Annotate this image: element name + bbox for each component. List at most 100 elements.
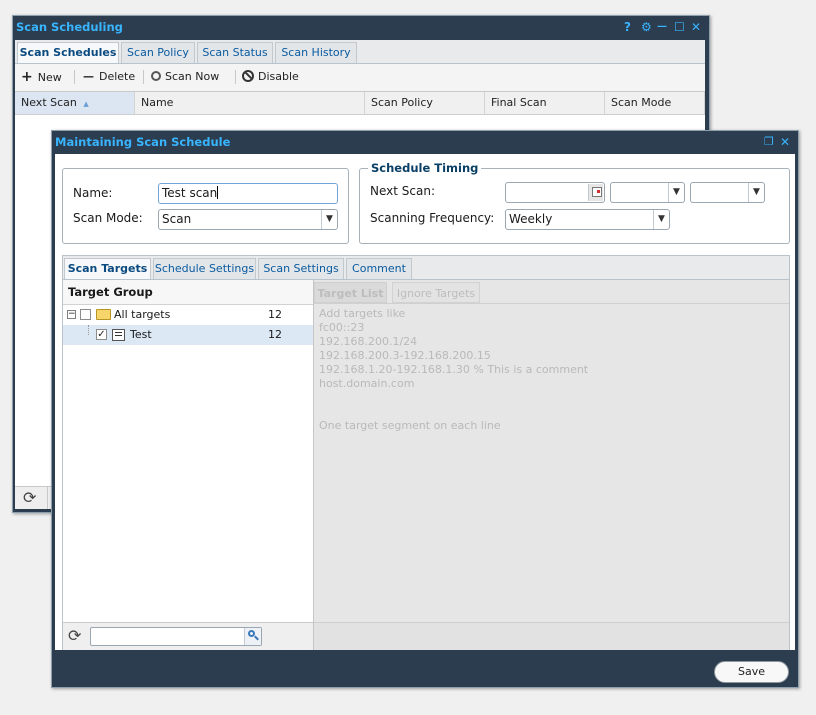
maintain-schedule-dialog: Maintaining Scan Schedule ❐ ✕ Name: Test… (51, 130, 799, 688)
help-icon[interactable]: ? (624, 20, 631, 34)
frequency-label: Scanning Frequency: (370, 211, 495, 225)
tree-label: All targets (114, 308, 171, 321)
all-targets-checkbox[interactable] (80, 309, 91, 320)
schedule-timing-legend: Schedule Timing (368, 161, 482, 175)
schedule-table-header: Next Scan ▲ Name Scan Policy Final Scan … (15, 92, 705, 115)
tab-scan-history[interactable]: Scan History (275, 42, 357, 63)
target-group-panel: Target Group − All targets 12 ✓ Test 12 (63, 280, 314, 650)
hint-line: One target segment on each line (319, 419, 501, 432)
subtab-ignore-targets[interactable]: Ignore Targets (392, 282, 480, 303)
delete-label: Delete (99, 70, 136, 83)
frequency-select[interactable]: Weekly ▼ (505, 209, 670, 230)
target-subtabs: Target List Ignore Targets (314, 280, 789, 304)
scan-scheduling-titlebar[interactable]: Scan Scheduling ? ⚙ — ☐ ✕ (13, 16, 709, 38)
main-tabs: Scan Schedules Scan Policy Scan Status S… (15, 40, 705, 64)
new-label: New (37, 71, 62, 84)
dialog-tabs: Scan Targets Schedule Settings Scan Sett… (63, 256, 789, 280)
tab-scan-policy[interactable]: Scan Policy (121, 42, 195, 63)
close-icon[interactable]: ✕ (780, 135, 790, 149)
tab-comment[interactable]: Comment (346, 258, 412, 279)
disable-label: Disable (258, 70, 299, 83)
name-input[interactable]: Test scan (158, 183, 338, 204)
scan-now-label: Scan Now (165, 70, 220, 83)
footer-divider (47, 487, 48, 509)
scan-mode-label: Scan Mode: (73, 211, 143, 225)
column-header-scan-policy[interactable]: Scan Policy (365, 92, 485, 114)
next-scan-date-input[interactable] (505, 182, 605, 203)
column-header-next-scan[interactable]: Next Scan ▲ (15, 92, 135, 114)
window-title: Scan Scheduling (16, 20, 123, 34)
tree-row-all-targets[interactable]: − All targets 12 (63, 305, 313, 325)
test-checkbox[interactable]: ✓ (96, 329, 107, 340)
tree-label: Test (130, 328, 152, 341)
text-cursor (217, 186, 219, 199)
next-scan-hour-select[interactable]: ▼ (610, 182, 685, 203)
plus-icon: + (21, 69, 33, 85)
target-list-footer (314, 622, 789, 650)
tab-scan-schedules[interactable]: Scan Schedules (17, 42, 119, 63)
dialog-body: Name: Test scan Scan Mode: Scan ▼ Schedu… (55, 154, 795, 650)
new-button[interactable]: + New (21, 70, 62, 84)
folder-icon (96, 309, 111, 320)
disable-button[interactable]: Disable (242, 70, 299, 84)
tab-schedule-settings[interactable]: Schedule Settings (153, 258, 256, 279)
tree-guide-line (88, 325, 90, 335)
dialog-titlebar[interactable]: Maintaining Scan Schedule ❐ ✕ (52, 131, 798, 153)
next-scan-label: Next Scan: (370, 184, 435, 198)
search-icon[interactable] (244, 628, 261, 645)
sort-ascending-icon: ▲ (83, 100, 89, 108)
minus-icon: — (83, 70, 94, 83)
column-header-scan-mode[interactable]: Scan Mode (605, 92, 705, 114)
close-icon[interactable]: ✕ (691, 20, 701, 34)
save-button[interactable]: Save (714, 661, 789, 683)
chevron-down-icon: ▼ (321, 210, 337, 229)
name-label: Name: (73, 186, 113, 200)
scan-mode-select[interactable]: Scan ▼ (158, 209, 338, 230)
target-group-footer: ⟳ (63, 622, 313, 650)
toolbar-divider (74, 70, 75, 84)
tab-scan-status[interactable]: Scan Status (197, 42, 273, 63)
schedule-toolbar: + New — Delete Scan Now Disable (15, 64, 705, 92)
tree-count: 12 (268, 328, 282, 341)
chevron-down-icon: ▼ (668, 183, 684, 202)
schedule-timing-fieldset: Schedule Timing Next Scan: ▼ ▼ Scanning … (359, 161, 790, 244)
hint-line: 192.168.200.1/24 (319, 335, 418, 348)
calendar-icon[interactable] (588, 184, 603, 201)
toolbar-divider (143, 70, 144, 84)
delete-button[interactable]: — Delete (83, 70, 135, 84)
collapse-icon[interactable]: − (67, 310, 76, 319)
refresh-icon[interactable]: ⟳ (23, 488, 36, 507)
toolbar-divider (235, 70, 236, 84)
column-header-name[interactable]: Name (135, 92, 365, 114)
target-search-input[interactable] (90, 627, 262, 646)
dialog-tab-area: Scan Targets Schedule Settings Scan Sett… (62, 255, 790, 650)
target-icon (151, 71, 161, 81)
tab-scan-targets[interactable]: Scan Targets (64, 258, 151, 279)
column-header-final-scan[interactable]: Final Scan (485, 92, 605, 114)
target-list-icon (112, 329, 125, 341)
maximize-icon[interactable]: ☐ (674, 20, 685, 34)
tab-scan-settings[interactable]: Scan Settings (258, 258, 344, 279)
hint-line: Add targets like (319, 307, 406, 320)
block-icon (242, 70, 254, 82)
hint-line: 192.168.1.20-192.168.1.30 % This is a co… (319, 363, 589, 376)
dialog-title: Maintaining Scan Schedule (55, 135, 231, 149)
gear-icon[interactable]: ⚙ (641, 20, 652, 34)
hint-line: fc00::23 (319, 321, 365, 334)
refresh-icon[interactable]: ⟳ (68, 626, 81, 645)
chevron-down-icon: ▼ (748, 183, 764, 202)
next-scan-minute-select[interactable]: ▼ (690, 182, 765, 203)
hint-line: 192.168.200.3-192.168.200.15 (319, 349, 491, 362)
tree-count: 12 (268, 308, 282, 321)
target-group-header: Target Group (63, 280, 313, 305)
subtab-target-list[interactable]: Target List (314, 282, 387, 303)
hint-line: host.domain.com (319, 377, 415, 390)
target-list-textarea[interactable]: Add targets like fc00::23 192.168.200.1/… (314, 305, 789, 622)
tree-row-test[interactable]: ✓ Test 12 (63, 325, 313, 345)
scan-now-button[interactable]: Scan Now (151, 70, 219, 84)
general-fieldset: Name: Test scan Scan Mode: Scan ▼ (62, 168, 349, 244)
restore-icon[interactable]: ❐ (764, 135, 774, 149)
minimize-icon[interactable]: — (657, 20, 667, 34)
target-group-title: Target Group (68, 285, 153, 299)
chevron-down-icon: ▼ (653, 210, 669, 229)
